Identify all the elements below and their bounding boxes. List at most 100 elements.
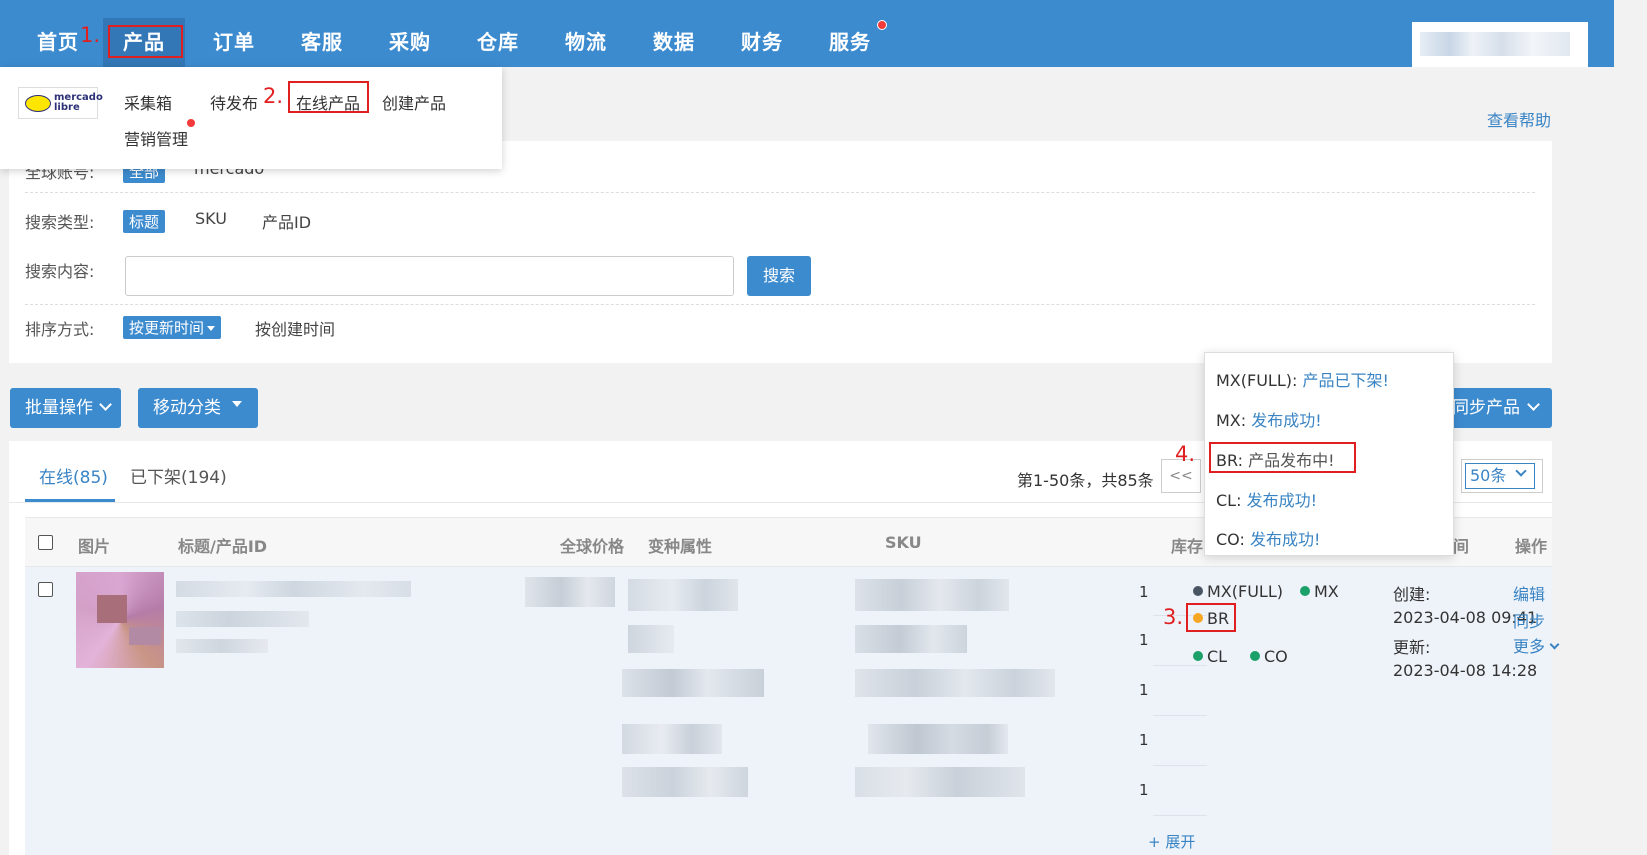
marketing-notice-dot bbox=[187, 119, 195, 127]
nav-warehouse[interactable]: 仓库 bbox=[477, 26, 519, 55]
help-link[interactable]: 查看帮助 bbox=[1487, 107, 1551, 131]
popover-row-co: CO: 发布成功! bbox=[1216, 526, 1320, 550]
search-button[interactable]: 搜索 bbox=[747, 256, 811, 296]
expand-link[interactable]: + 展开 bbox=[1148, 831, 1195, 852]
popover-row-br: BR: 产品发布中! bbox=[1216, 447, 1335, 471]
step-marker-4: 4. bbox=[1175, 442, 1196, 466]
product-price bbox=[525, 577, 615, 607]
mercado-libre-logo[interactable]: mercado libre bbox=[18, 87, 103, 119]
site-name: MX(FULL) bbox=[1207, 582, 1283, 601]
th-image: 图片 bbox=[78, 537, 111, 556]
popover-row-mx-full: MX(FULL): 产品已下架! bbox=[1216, 367, 1389, 391]
search-type-sku[interactable]: SKU bbox=[195, 209, 227, 228]
sort-by-updated[interactable]: 按更新时间 bbox=[123, 316, 222, 339]
site-name: CL bbox=[1207, 647, 1228, 666]
sort-by-created[interactable]: 按创建时间 bbox=[255, 316, 335, 340]
nav-services[interactable]: 服务 bbox=[829, 26, 871, 55]
variant-attr bbox=[622, 669, 764, 697]
page-size-value: 50条 bbox=[1470, 466, 1507, 485]
sku-value bbox=[855, 767, 1025, 797]
site-co[interactable]: CO bbox=[1250, 647, 1288, 666]
popover-row-mx: MX: 发布成功! bbox=[1216, 407, 1322, 431]
more-label: 更多 bbox=[1513, 637, 1546, 656]
services-notice-dot bbox=[877, 20, 887, 30]
product-image-detail bbox=[97, 595, 127, 623]
product-title[interactable] bbox=[176, 581, 411, 597]
stock-value: 1 bbox=[1139, 631, 1149, 649]
batch-actions-button[interactable]: 批量操作 bbox=[10, 388, 121, 428]
nav-orders[interactable]: 订单 bbox=[213, 26, 255, 55]
select-all-checkbox[interactable] bbox=[38, 535, 53, 550]
nav-logistics[interactable]: 物流 bbox=[565, 26, 607, 55]
menu-create-product[interactable]: 创建产品 bbox=[382, 90, 446, 114]
site-name: MX bbox=[1314, 582, 1339, 601]
caret-down-icon bbox=[232, 401, 242, 407]
move-category-button[interactable]: 移动分类 bbox=[138, 388, 258, 428]
sku-value bbox=[868, 724, 1008, 754]
variant-attr bbox=[622, 767, 748, 797]
page: 首页 产品 订单 客服 采购 仓库 物流 数据 财务 服务 1. mercado… bbox=[0, 0, 1647, 855]
tab-online[interactable]: 在线(85) bbox=[39, 463, 108, 488]
menu-marketing[interactable]: 营销管理 bbox=[124, 126, 188, 150]
site-br[interactable]: BR bbox=[1193, 609, 1229, 628]
menu-online-products[interactable]: 在线产品 bbox=[296, 90, 360, 114]
sync-products-label: 同步产品 bbox=[1452, 398, 1520, 418]
stock-divider bbox=[1153, 715, 1207, 716]
status-dot-icon bbox=[1250, 650, 1260, 661]
status-dot-icon bbox=[1300, 585, 1310, 596]
site-status-popover: MX(FULL): 产品已下架! MX: 发布成功! 4. BR: 产品发布中!… bbox=[1175, 352, 1454, 556]
products-dropdown-menu: mercado libre 采集箱 待发布 2. 在线产品 创建产品 营销管理 bbox=[0, 67, 502, 169]
sort-label: 排序方式: bbox=[25, 320, 95, 339]
nav-customer-service[interactable]: 客服 bbox=[301, 26, 343, 55]
nav-finance[interactable]: 财务 bbox=[741, 26, 783, 55]
search-input[interactable] bbox=[125, 256, 734, 296]
search-type-product-id[interactable]: 产品ID bbox=[262, 209, 311, 233]
popover-status: 发布成功! bbox=[1251, 411, 1322, 430]
th-sku: SKU bbox=[885, 533, 922, 552]
status-dot-icon bbox=[1193, 650, 1203, 661]
updated-time: 2023-04-08 14:28 bbox=[1393, 661, 1538, 680]
more-link[interactable]: 更多 bbox=[1513, 633, 1560, 657]
variant-attr bbox=[628, 579, 738, 611]
site-mx-full[interactable]: MX(FULL) bbox=[1193, 582, 1283, 601]
page-size-select[interactable]: 50条 bbox=[1461, 459, 1543, 493]
highlight-box-products bbox=[108, 25, 183, 58]
stock-value: 1 bbox=[1139, 583, 1149, 601]
sku-value bbox=[855, 625, 967, 653]
th-variants: 变种属性 bbox=[648, 537, 713, 556]
search-type-title[interactable]: 标题 bbox=[123, 210, 166, 233]
popover-site: MX: bbox=[1216, 411, 1247, 430]
product-title-extra bbox=[176, 639, 268, 653]
stock-value: 1 bbox=[1139, 731, 1149, 749]
product-id bbox=[176, 611, 309, 627]
nav-purchasing[interactable]: 采购 bbox=[389, 26, 431, 55]
popover-status: 发布成功! bbox=[1249, 530, 1321, 549]
site-cl[interactable]: CL bbox=[1193, 647, 1227, 666]
row-checkbox[interactable] bbox=[38, 582, 53, 597]
chevron-down-icon bbox=[1527, 398, 1540, 411]
menu-pending-publish[interactable]: 待发布 bbox=[210, 90, 258, 114]
variant-attr bbox=[622, 724, 722, 754]
chevron-down-icon bbox=[1549, 639, 1560, 650]
tab-delisted[interactable]: 已下架(194) bbox=[130, 463, 227, 488]
th-title: 标题/产品ID bbox=[178, 537, 268, 556]
created-label: 创建: bbox=[1393, 585, 1431, 604]
status-dot-icon bbox=[1193, 612, 1203, 623]
user-account-box[interactable] bbox=[1412, 22, 1588, 67]
logo-text: mercado libre bbox=[54, 92, 103, 113]
nav-data[interactable]: 数据 bbox=[653, 26, 695, 55]
edit-link[interactable]: 编辑 bbox=[1513, 581, 1545, 605]
sku-value bbox=[855, 669, 1055, 697]
stock-divider bbox=[1153, 815, 1207, 816]
popover-site: CL: bbox=[1216, 491, 1242, 510]
divider bbox=[25, 304, 1535, 305]
menu-collect-box[interactable]: 采集箱 bbox=[124, 90, 172, 114]
search-type-label: 搜索类型: bbox=[25, 213, 95, 232]
nav-home[interactable]: 首页 bbox=[37, 26, 79, 55]
popover-status: 产品已下架! bbox=[1302, 371, 1389, 390]
site-mx[interactable]: MX bbox=[1300, 582, 1339, 601]
sync-link[interactable]: 同步 bbox=[1513, 608, 1545, 632]
th-actions: 操作 bbox=[1515, 537, 1548, 556]
popover-site: BR: bbox=[1216, 451, 1243, 470]
popover-site: CO: bbox=[1216, 530, 1245, 549]
